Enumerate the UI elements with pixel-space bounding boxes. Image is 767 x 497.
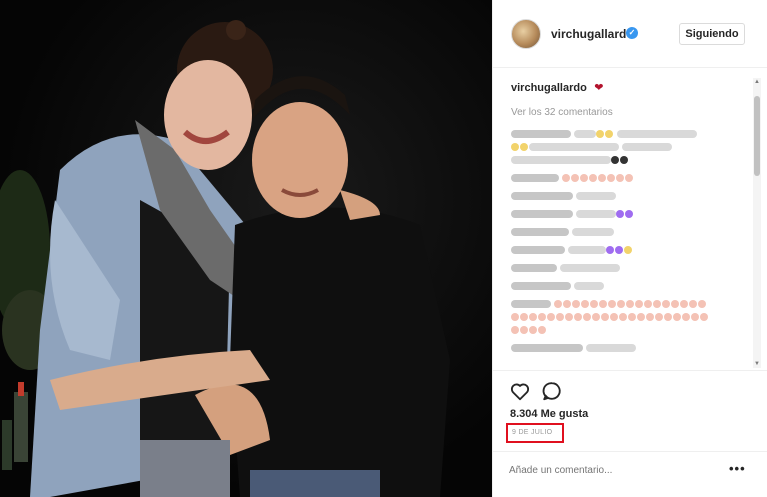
post-header: virchugallardo ✓ Siguiendo	[493, 0, 767, 68]
list-item	[511, 128, 751, 167]
heart-emoji: ❤	[594, 82, 604, 94]
post-date[interactable]: 9 DE JULIO	[512, 429, 552, 436]
ellipsis-icon[interactable]: •••	[729, 461, 746, 476]
scroll-down-icon[interactable]: ▼	[753, 360, 761, 368]
view-all-comments-link[interactable]: Ver los 32 comentarios	[511, 107, 751, 118]
verified-badge-icon: ✓	[626, 27, 638, 39]
caption-username[interactable]: virchugallardo	[511, 82, 587, 94]
heart-outline-icon[interactable]	[509, 380, 531, 402]
add-comment-bar: •••	[493, 451, 767, 489]
avatar[interactable]	[511, 19, 541, 49]
add-comment-input[interactable]	[509, 462, 709, 478]
list-item	[511, 298, 751, 337]
list-item	[511, 280, 751, 293]
date-highlight: 9 DE JULIO	[506, 423, 564, 443]
instagram-post-frame: virchugallardo ✓ Siguiendo virchugallard…	[0, 0, 767, 497]
caption: virchugallardo ❤	[511, 78, 751, 96]
list-item	[511, 244, 751, 257]
comments-scrollbar[interactable]: ▲ ▼	[753, 78, 761, 368]
scroll-thumb[interactable]	[754, 96, 760, 176]
photo-illustration	[0, 20, 450, 497]
list-item	[511, 226, 751, 239]
list-item	[511, 190, 751, 203]
list-item	[511, 172, 751, 185]
post-photo[interactable]	[0, 0, 492, 497]
post-actions	[493, 370, 767, 410]
header-username[interactable]: virchugallardo	[551, 27, 634, 41]
speech-bubble-icon[interactable]	[541, 380, 563, 402]
scroll-up-icon[interactable]: ▲	[753, 78, 761, 86]
list-item	[511, 342, 751, 355]
list-item	[511, 208, 751, 221]
likes-count[interactable]: 8.304 Me gusta	[510, 408, 588, 420]
post-sidebar: virchugallardo ✓ Siguiendo virchugallard…	[492, 0, 767, 497]
comments-list[interactable]: virchugallardo ❤ Ver los 32 comentarios	[493, 68, 751, 370]
following-button[interactable]: Siguiendo	[679, 23, 745, 45]
list-item	[511, 262, 751, 275]
